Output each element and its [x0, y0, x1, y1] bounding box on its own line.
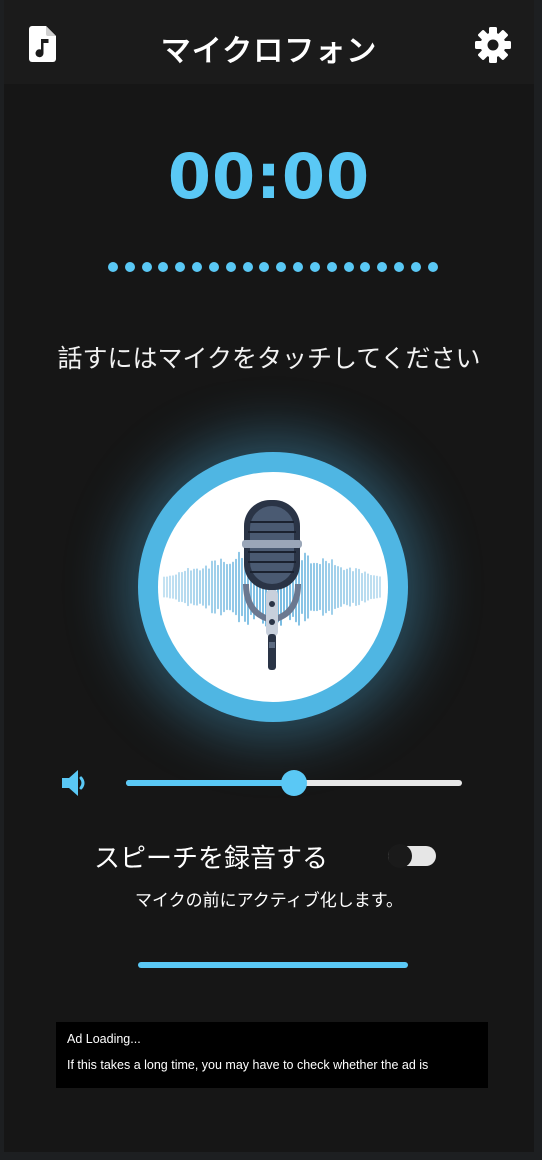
recording-timer: 00:00: [167, 140, 371, 213]
app-screen: マイクロフォン 00:00 話すにはマイクをタッチしてください スピーチを録音す…: [4, 0, 534, 1152]
record-speech-subtext: マイクの前にアクティブ化します。: [134, 891, 404, 911]
instruction-text: 話すにはマイクをタッチしてください: [57, 344, 481, 373]
section-divider: [138, 962, 408, 968]
gear-icon[interactable]: [474, 26, 512, 64]
ad-banner[interactable]: Ad Loading... If this takes a long time,…: [56, 1022, 488, 1088]
speaker-icon[interactable]: [60, 768, 90, 798]
ad-loading-text: Ad Loading...: [67, 1032, 141, 1046]
ad-notice-text: If this takes a long time, you may have …: [67, 1058, 429, 1072]
slider-fill: [126, 780, 294, 786]
slider-thumb[interactable]: [281, 770, 307, 796]
page-title: マイクロフォン: [160, 34, 378, 69]
toggle-knob: [388, 844, 412, 868]
record-speech-toggle[interactable]: [388, 844, 436, 868]
app-bar: マイクロフォン: [4, 0, 534, 84]
volume-slider[interactable]: [126, 770, 462, 796]
microphone-button[interactable]: [138, 452, 408, 722]
dotted-divider: [108, 262, 438, 272]
record-speech-label: スピーチを録音する: [94, 844, 329, 874]
microphone-icon: [158, 472, 388, 702]
